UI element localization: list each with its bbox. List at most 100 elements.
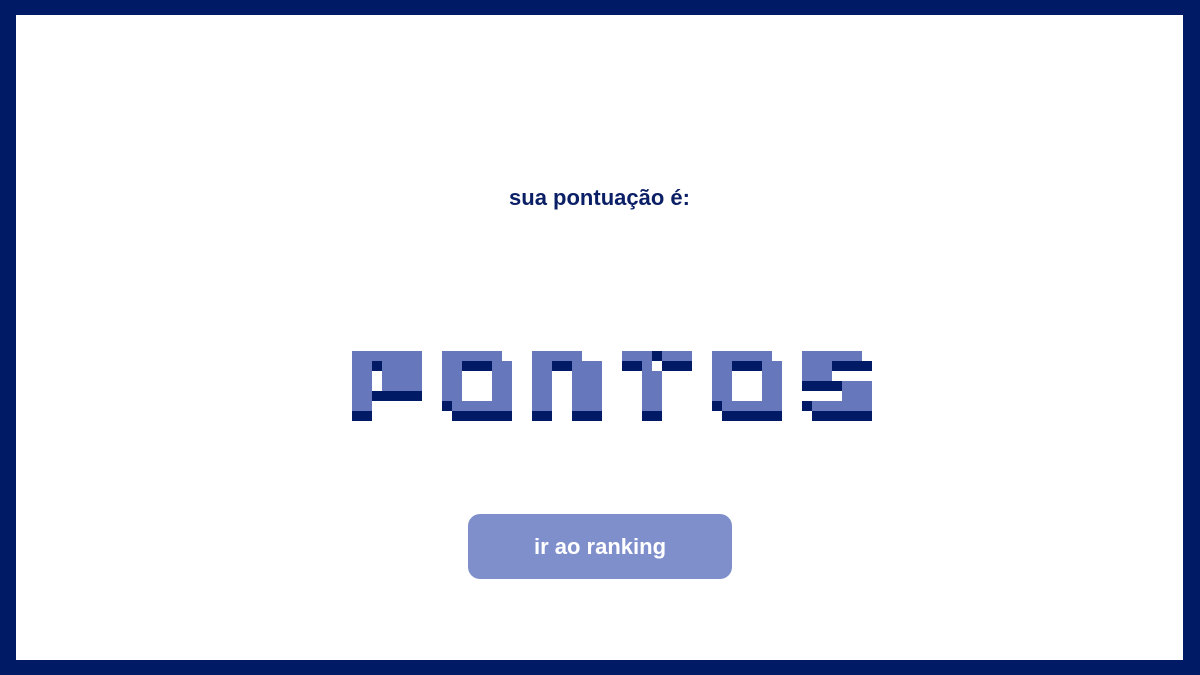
pixel-cell [642,401,652,411]
pixel-cell [382,351,392,361]
pixel-cell [722,401,732,411]
pixel-cell [682,361,692,371]
pixel-cell [532,411,542,421]
pixel-cell [622,361,632,371]
pixel-cell [562,361,572,371]
pixel-cell [842,391,852,401]
pixel-cell [722,351,732,361]
pixel-cell [842,411,852,421]
pixel-cell [572,411,582,421]
pixel-cell [632,351,642,361]
pixel-cell [732,361,742,371]
pixel-cell [502,361,512,371]
pixel-score-graphic [352,351,872,421]
pixel-cell [752,401,762,411]
pixel-cell [762,401,772,411]
pixel-cell [412,361,422,371]
pixel-cell [412,381,422,391]
pixel-cell [762,391,772,401]
pixel-cell [592,371,602,381]
pixel-cell [662,351,672,361]
pixel-cell [592,411,602,421]
pixel-cell [352,371,362,381]
pixel-cell [392,371,402,381]
pixel-cell [762,381,772,391]
pixel-cell [812,351,822,361]
pixel-cell [532,381,542,391]
pixel-cell [652,411,662,421]
pixel-cell [372,351,382,361]
pixel-cell [732,411,742,421]
pixel-cell [862,401,872,411]
pixel-cell [712,381,722,391]
pixel-cell [492,391,502,401]
go-to-ranking-button[interactable]: ir ao ranking [468,514,732,579]
pixel-cell [532,401,542,411]
pixel-cell [382,361,392,371]
pixel-cell [812,411,822,421]
pixel-cell [442,361,452,371]
pixel-cell [352,391,362,401]
pixel-cell [642,411,652,421]
pixel-cell [492,381,502,391]
pixel-cell [472,361,482,371]
pixel-cell [822,381,832,391]
score-label: sua pontuação é: [509,185,690,210]
pixel-cell [632,361,642,371]
pixel-cell [382,381,392,391]
pixel-cell [502,381,512,391]
pixel-cell [752,411,762,421]
pixel-cell [442,401,452,411]
pixel-cell [812,371,822,381]
pixel-cell [582,361,592,371]
pixel-cell [352,401,362,411]
pixel-cell [802,361,812,371]
pixel-cell [852,351,862,361]
pixel-cell [452,351,462,361]
pixel-cell [762,411,772,421]
pixel-cell [532,361,542,371]
pixel-cell [372,361,382,371]
pixel-cell [802,401,812,411]
pixel-cell [542,381,552,391]
pixel-cell [462,411,472,421]
pixel-cell [772,411,782,421]
pixel-cell [762,371,772,381]
pixel-cell [742,351,752,361]
pixel-cell [862,391,872,401]
pixel-cell [392,361,402,371]
pixel-cell [642,391,652,401]
pixel-cell [542,351,552,361]
pixel-cell [392,391,402,401]
pixel-cell [582,411,592,421]
pixel-cell [772,371,782,381]
pixel-cell [812,361,822,371]
pixel-cell [402,381,412,391]
pixel-cell [472,401,482,411]
pixel-cell [492,371,502,381]
pixel-cell [482,361,492,371]
pixel-cell [362,381,372,391]
pixel-cell [442,381,452,391]
pixel-cell [842,381,852,391]
pixel-cell [832,361,842,371]
pixel-cell [452,391,462,401]
pixel-cell [762,361,772,371]
pixel-cell [732,401,742,411]
pixel-cell [472,351,482,361]
pixel-cell [722,411,732,421]
pixel-cell [362,361,372,371]
pixel-cell [752,361,762,371]
pixel-cell [832,351,842,361]
pixel-cell [452,371,462,381]
pixel-cell [582,371,592,381]
pixel-cell [842,351,852,361]
pixel-cell [802,381,812,391]
pixel-cell [562,351,572,361]
pixel-cell [852,391,862,401]
pixel-cell [352,381,362,391]
pixel-cell [452,411,462,421]
pixel-cell [662,361,672,371]
pixel-cell [482,351,492,361]
pixel-cell [772,401,782,411]
